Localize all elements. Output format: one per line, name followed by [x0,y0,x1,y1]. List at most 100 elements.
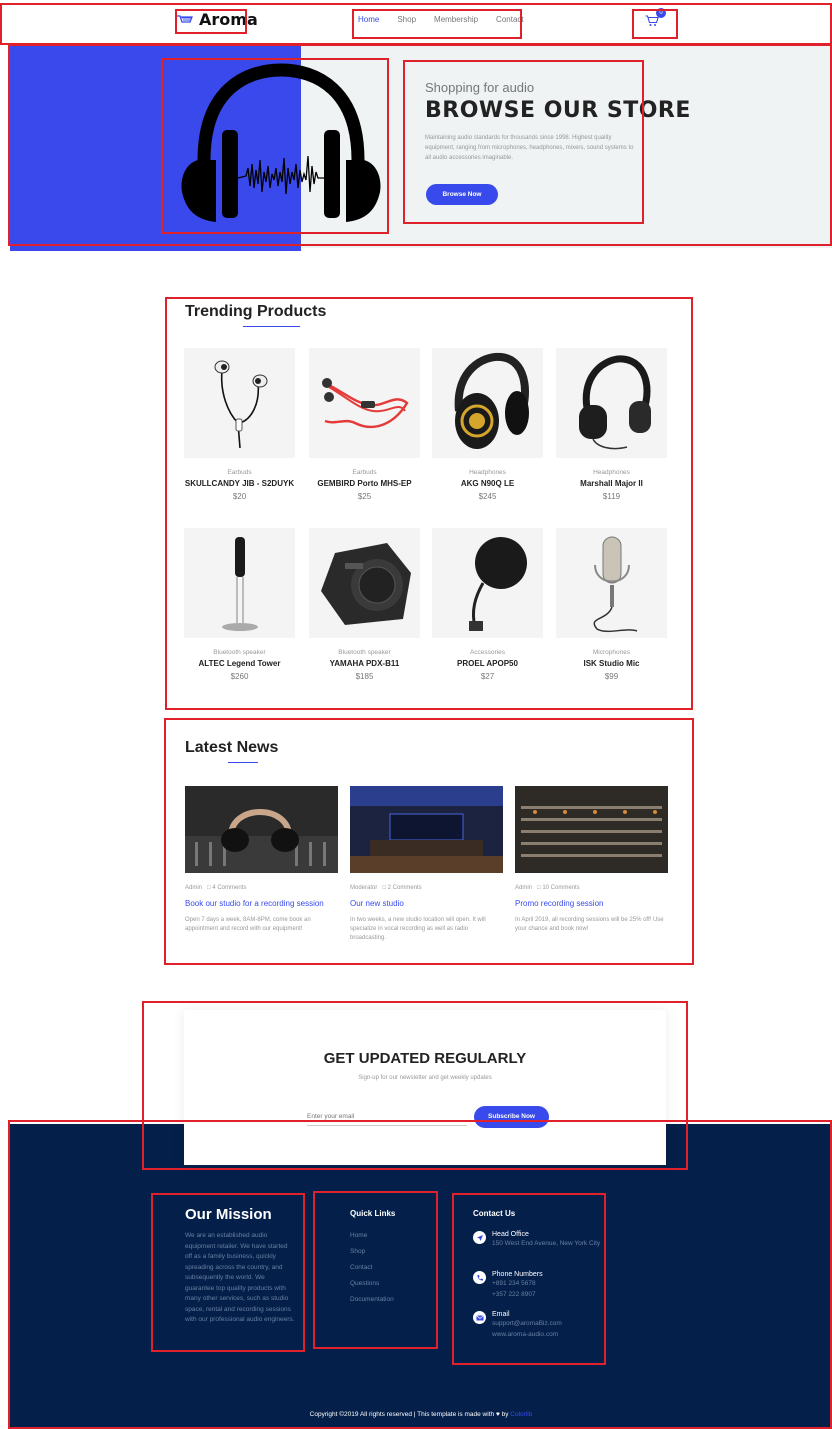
product-category: Microphones [592,649,631,656]
product-card[interactable]: Bluetooth speaker ALTEC Legend Tower $26… [184,528,295,681]
footer-link-contact[interactable]: Contact [350,1264,394,1271]
product-category: Bluetooth speaker [213,649,266,656]
studio-room-image-icon [350,786,503,873]
news-image [350,786,503,873]
colorlib-link[interactable]: Colorlib [510,1411,532,1418]
main-menu: Home Shop Membership Contact [358,15,524,24]
news-meta: Admin □ 10 Comments [515,885,668,891]
website-url[interactable]: www.aroma-audio.com [492,1330,562,1341]
menu-item-shop[interactable]: Shop [397,15,416,24]
product-name[interactable]: PROEL APOP50 [432,659,543,668]
comment-icon: □ [382,885,386,891]
footer-link-documentation[interactable]: Documentation [350,1296,394,1303]
mission-text: We are an established audio equipment re… [185,1232,295,1323]
newsletter-email-input[interactable] [307,1108,467,1126]
news-card[interactable]: Moderator □ 2 Comments Our new studio In… [350,786,503,943]
location-arrow-icon [473,1231,486,1244]
mission-title: Our Mission [185,1206,272,1223]
product-image [309,528,420,638]
contact-us-title: Contact Us [473,1209,516,1218]
newsletter-title: GET UPDATED REGULARLY [323,1050,527,1067]
menu-item-home[interactable]: Home [358,15,379,24]
title-underline [228,762,258,763]
product-name[interactable]: ISK Studio Mic [556,659,667,668]
news-author[interactable]: Moderator [350,885,377,891]
news-title[interactable]: Book our studio for a recording session [185,899,338,908]
headphones-gold-icon [454,352,529,449]
cart-count-badge: 0 [656,8,666,18]
site-footer [10,1124,832,1429]
news-comments[interactable]: 2 Comments [388,885,422,891]
headphones-black-icon [578,355,651,450]
product-category: Bluetooth speaker [338,649,391,656]
subscribe-now-button[interactable]: Subscribe Now [474,1106,549,1128]
phone-number-1[interactable]: +891 234 5678 [492,1279,543,1290]
news-image [515,786,668,873]
news-card[interactable]: Admin □ 4 Comments Book our studio for a… [185,786,338,934]
cart-button[interactable]: 0 [645,8,666,32]
mixer-headphones-image-icon [185,786,338,873]
tower-speaker-icon [221,537,258,631]
browse-now-button[interactable]: Browse Now [426,184,498,205]
copyright-text: Copyright ©2019 All rights reserved | Th… [309,1411,495,1418]
support-email[interactable]: support@aromaBiz.com [492,1319,562,1330]
product-image [432,348,543,458]
head-office-label: Head Office [492,1231,529,1238]
product-card[interactable]: Microphones ISK Studio Mic $99 [556,528,667,681]
phone-label: Phone Numbers [492,1271,543,1278]
heart-icon: ♥ [495,1411,500,1418]
product-name[interactable]: SKULLCANDY JIB - S2DUYK [184,479,295,488]
product-image [309,348,420,458]
product-name[interactable]: ALTEC Legend Tower [184,659,295,668]
newsletter-subtitle: Sign-up for our newsletter and get weekl… [358,1075,492,1081]
footer-link-home[interactable]: Home [350,1232,394,1239]
product-price: $25 [357,492,372,501]
news-excerpt: In two weeks, a new studio location will… [350,917,486,941]
news-image [185,786,338,873]
product-image [184,348,295,458]
news-title[interactable]: Our new studio [350,899,503,908]
product-name[interactable]: GEMBIRD Porto MHS-EP [309,479,420,488]
news-meta: Moderator □ 2 Comments [350,885,503,891]
contact-phone: Phone Numbers +891 234 5678 +357 222 890… [473,1271,543,1300]
earbuds-red-icon [321,378,409,429]
logo-text: Aroma [199,10,258,29]
news-comments[interactable]: 10 Comments [542,885,579,891]
news-author[interactable]: Admin [185,885,202,891]
product-image [432,528,543,638]
news-title[interactable]: Promo recording session [515,899,668,908]
phone-number-2[interactable]: +357 222 8907 [492,1290,543,1301]
footer-link-questions[interactable]: Questions [350,1280,394,1287]
product-card[interactable]: Accessories PROEL APOP50 $27 [432,528,543,681]
mixing-console-image-icon [515,786,668,873]
pop-filter-icon [468,537,527,631]
menu-item-membership[interactable]: Membership [434,15,478,24]
product-name[interactable]: Marshall Major II [556,479,667,488]
footer-link-shop[interactable]: Shop [350,1248,394,1255]
trending-products-title: Trending Products [185,303,327,320]
product-image [556,528,667,638]
menu-item-contact[interactable]: Contact [496,15,524,24]
news-comments[interactable]: 4 Comments [212,885,246,891]
product-card[interactable]: Headphones Marshall Major II $119 [556,348,667,501]
comment-icon: □ [537,885,541,891]
product-name[interactable]: YAMAHA PDX-B11 [309,659,420,668]
product-name[interactable]: AKG N90Q LE [432,479,543,488]
news-author[interactable]: Admin [515,885,532,891]
product-card[interactable]: Earbuds GEMBIRD Porto MHS-EP $25 [309,348,420,501]
hero-subtitle: Shopping for audio [425,80,535,95]
news-card[interactable]: Admin □ 10 Comments Promo recording sess… [515,786,668,934]
box-speaker-icon [320,543,411,625]
hero-title: BROWSE OUR STORE [425,98,691,123]
quick-links-title: Quick Links [350,1209,396,1218]
brand-logo[interactable]: Aroma [176,10,258,29]
product-card[interactable]: Bluetooth speaker YAMAHA PDX-B11 $185 [309,528,420,681]
title-underline [243,326,300,327]
product-card[interactable]: Headphones AKG N90Q LE $245 [432,348,543,501]
quick-links-list: Home Shop Contact Questions Documentatio… [350,1232,394,1303]
copyright-by: by [501,1411,509,1418]
product-price: $245 [478,492,497,501]
product-category: Accessories [469,649,506,656]
email-label: Email [492,1311,510,1318]
product-card[interactable]: Earbuds SKULLCANDY JIB - S2DUYK $20 [184,348,295,501]
